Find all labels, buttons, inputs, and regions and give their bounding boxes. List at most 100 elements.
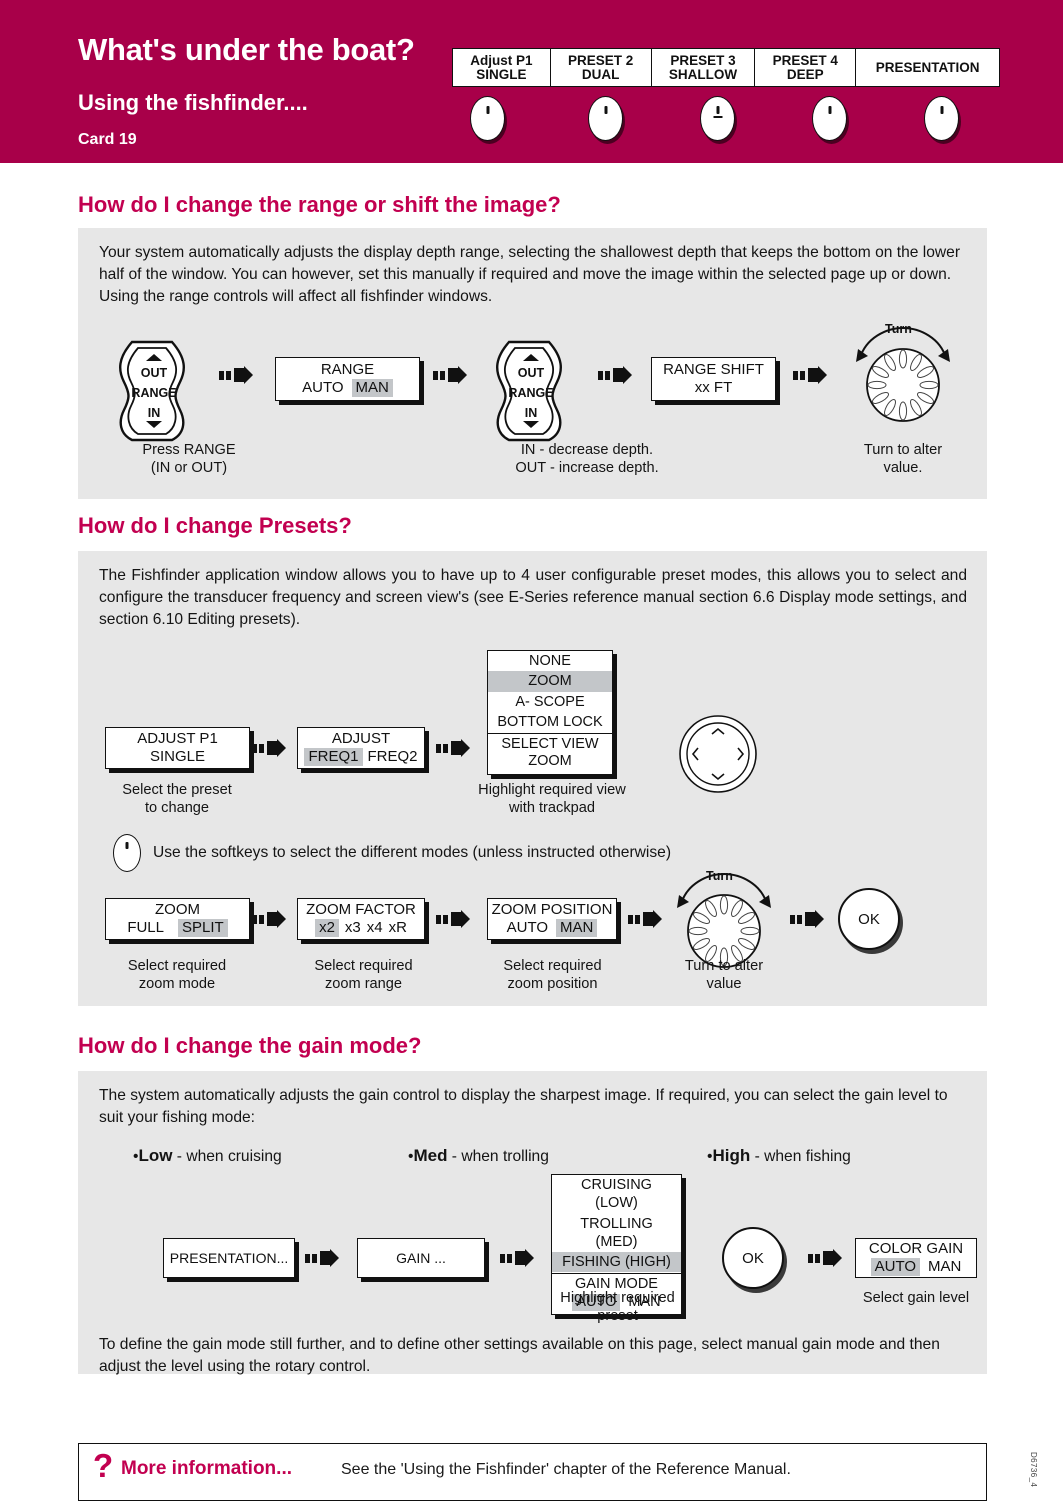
view-option-none[interactable]: NONE [488,651,612,671]
softkey-bar: Adjust P1 SINGLE PRESET 2 DUAL PRESET 3 … [452,48,1000,87]
softkey-preset-2[interactable]: PRESET 2 DUAL [551,49,652,86]
zoom-factor-box[interactable]: ZOOM FACTOR x2 x3 x4 xR [297,898,425,940]
range-box-title: RANGE [320,361,375,379]
softkey-knob-5[interactable] [924,96,959,141]
softkey-5-line1: PRESENTATION [875,59,980,75]
presets-ok-button[interactable]: OK [838,888,900,950]
trackpad-icon [679,715,757,793]
zoom-mode-full[interactable]: FULL [127,919,164,937]
softkey-preset-4[interactable]: PRESET 4 DEEP [755,49,857,86]
softkey-knob-2[interactable] [588,96,623,141]
gain-option-fishing[interactable]: FISHING (HIGH) [552,1252,681,1273]
zoom-mode-box[interactable]: ZOOM FULL SPLIT [105,898,250,940]
view-option-zoom[interactable]: ZOOM [488,671,612,692]
gain-body-text: The system automatically adjusts the gai… [99,1087,948,1127]
softkey-3-line2: SHALLOW [668,66,738,82]
select-view-label: SELECT VIEW [501,736,599,753]
gain-bullet-low-desc: - when cruising [172,1148,282,1165]
zoom-position-man[interactable]: MAN [556,919,598,937]
gain-bullet-high-desc: - when fishing [750,1148,851,1165]
range-rocker-1[interactable]: OUT RANGE IN [108,336,200,444]
knob-indicator-icon [125,842,129,849]
zoom-factor-x4[interactable]: x4 [367,919,383,937]
gain-bullet-med-term: Med [413,1146,448,1165]
range-rotary-control[interactable] [856,327,950,428]
range-shift-box[interactable]: RANGE SHIFT xx FT [651,357,776,401]
knob-indicator-icon [828,106,831,114]
adjust-freq-box[interactable]: ADJUST FREQ1 FREQ2 [297,727,425,769]
adjust-p1-line1: ADJUST P1 [137,730,218,748]
adjust-p1-line2: SINGLE [149,748,206,765]
caption-zoom-mode: Select required zoom mode [92,957,262,994]
turn-arrows-icon [677,873,771,908]
range-caption-2: IN - decrease depth. OUT - increase dept… [442,441,732,478]
flow-arrow-icon [628,910,662,928]
gain-ok-button[interactable]: OK [722,1227,784,1289]
range-mode-box[interactable]: RANGE AUTO MAN [275,357,420,401]
presets-body-text: The Fishfinder application window allows… [99,567,967,629]
flow-arrow-icon [790,910,824,928]
adjust-p1-box[interactable]: ADJUST P1 SINGLE [105,727,250,769]
softkey-knob-row [452,96,1000,142]
gain-box[interactable]: GAIN ... [357,1238,485,1278]
zoom-position-auto[interactable]: AUTO [507,919,548,937]
view-option-bottom-lock[interactable]: BOTTOM LOCK [488,712,612,732]
view-option-a-scope[interactable]: A- SCOPE [488,692,612,712]
rocker-1-label-in: IN [147,406,161,420]
zoom-factor-title: ZOOM FACTOR [306,901,416,919]
softkey-2-line2: DUAL [581,66,620,82]
softkey-preset-1[interactable]: Adjust P1 SINGLE [453,49,551,86]
presentation-box[interactable]: PRESENTATION... [163,1238,295,1278]
zoom-mode-split[interactable]: SPLIT [178,919,228,937]
range-caption-1: Press RANGE (IN or OUT) [104,441,274,478]
range-caption-1-line1: Press RANGE [142,442,236,458]
color-gain-auto[interactable]: AUTO [870,1258,921,1276]
softkey-knob-3[interactable] [700,96,735,141]
zoom-factor-x2[interactable]: x2 [315,919,339,937]
presets-caption-select: Select the preset to change [92,781,262,818]
presets-caption-view: Highlight required view with trackpad [457,781,647,818]
range-caption-3-line2: value. [883,460,923,477]
color-gain-man[interactable]: MAN [928,1258,961,1276]
flow-arrow-icon [433,366,467,384]
range-caption-3-line1: Turn to alter [863,442,943,458]
zoom-factor-xr[interactable]: xR [389,919,407,937]
flow-arrow-icon [436,739,470,757]
gain-box-label: GAIN ... [396,1249,446,1266]
softkey-knob-4[interactable] [812,96,847,141]
page-subtitle: Using the fishfinder.... [78,90,308,115]
softkey-presentation[interactable]: PRESENTATION [856,49,999,86]
trackpad-control[interactable] [677,713,759,795]
flow-arrow-icon [793,366,827,384]
rocker-2-label-range: RANGE [508,386,554,400]
select-view-value: ZOOM [528,753,572,770]
caption-zoom-range-l2: zoom range [324,976,403,993]
gain-ok-label: OK [742,1249,764,1267]
presets-caption-select-l1: Select the preset [122,782,232,798]
color-gain-title: COLOR GAIN [868,1240,964,1258]
caption-highlight-preset: Highlight required preset [540,1289,695,1326]
knob-indicator-icon [486,106,489,114]
gain-option-cruising[interactable]: CRUISING (LOW) [552,1175,681,1214]
color-gain-box[interactable]: COLOR GAIN AUTO MAN [855,1238,977,1278]
question-mark-icon: ? [93,1447,114,1484]
select-view-menu[interactable]: NONE ZOOM A- SCOPE BOTTOM LOCK SELECT VI… [487,650,613,775]
flow-arrow-icon [252,739,286,757]
range-box-auto[interactable]: AUTO [302,379,343,397]
range-shift-value: xx FT [694,379,733,396]
flow-arrow-icon [305,1249,339,1267]
zoom-position-box[interactable]: ZOOM POSITION AUTO MAN [487,898,617,940]
zoom-factor-x3[interactable]: x3 [345,919,361,937]
range-caption-2-line2: OUT - increase depth. [515,460,659,477]
range-box-man[interactable]: MAN [351,379,393,397]
range-rocker-2[interactable]: OUT RANGE IN [485,336,577,444]
zoom-position-title: ZOOM POSITION [491,901,613,919]
caption-select-gain-level-text: Select gain level [862,1290,970,1306]
adjust-freq2[interactable]: FREQ2 [368,748,418,766]
gain-option-trolling[interactable]: TROLLING (MED) [552,1214,681,1253]
softkey-knob-1[interactable] [470,96,505,141]
presets-caption-select-l2: to change [144,800,210,817]
flow-arrow-icon [500,1249,534,1267]
softkey-preset-3[interactable]: PRESET 3 SHALLOW [652,49,756,86]
adjust-freq1[interactable]: FREQ1 [304,748,363,766]
